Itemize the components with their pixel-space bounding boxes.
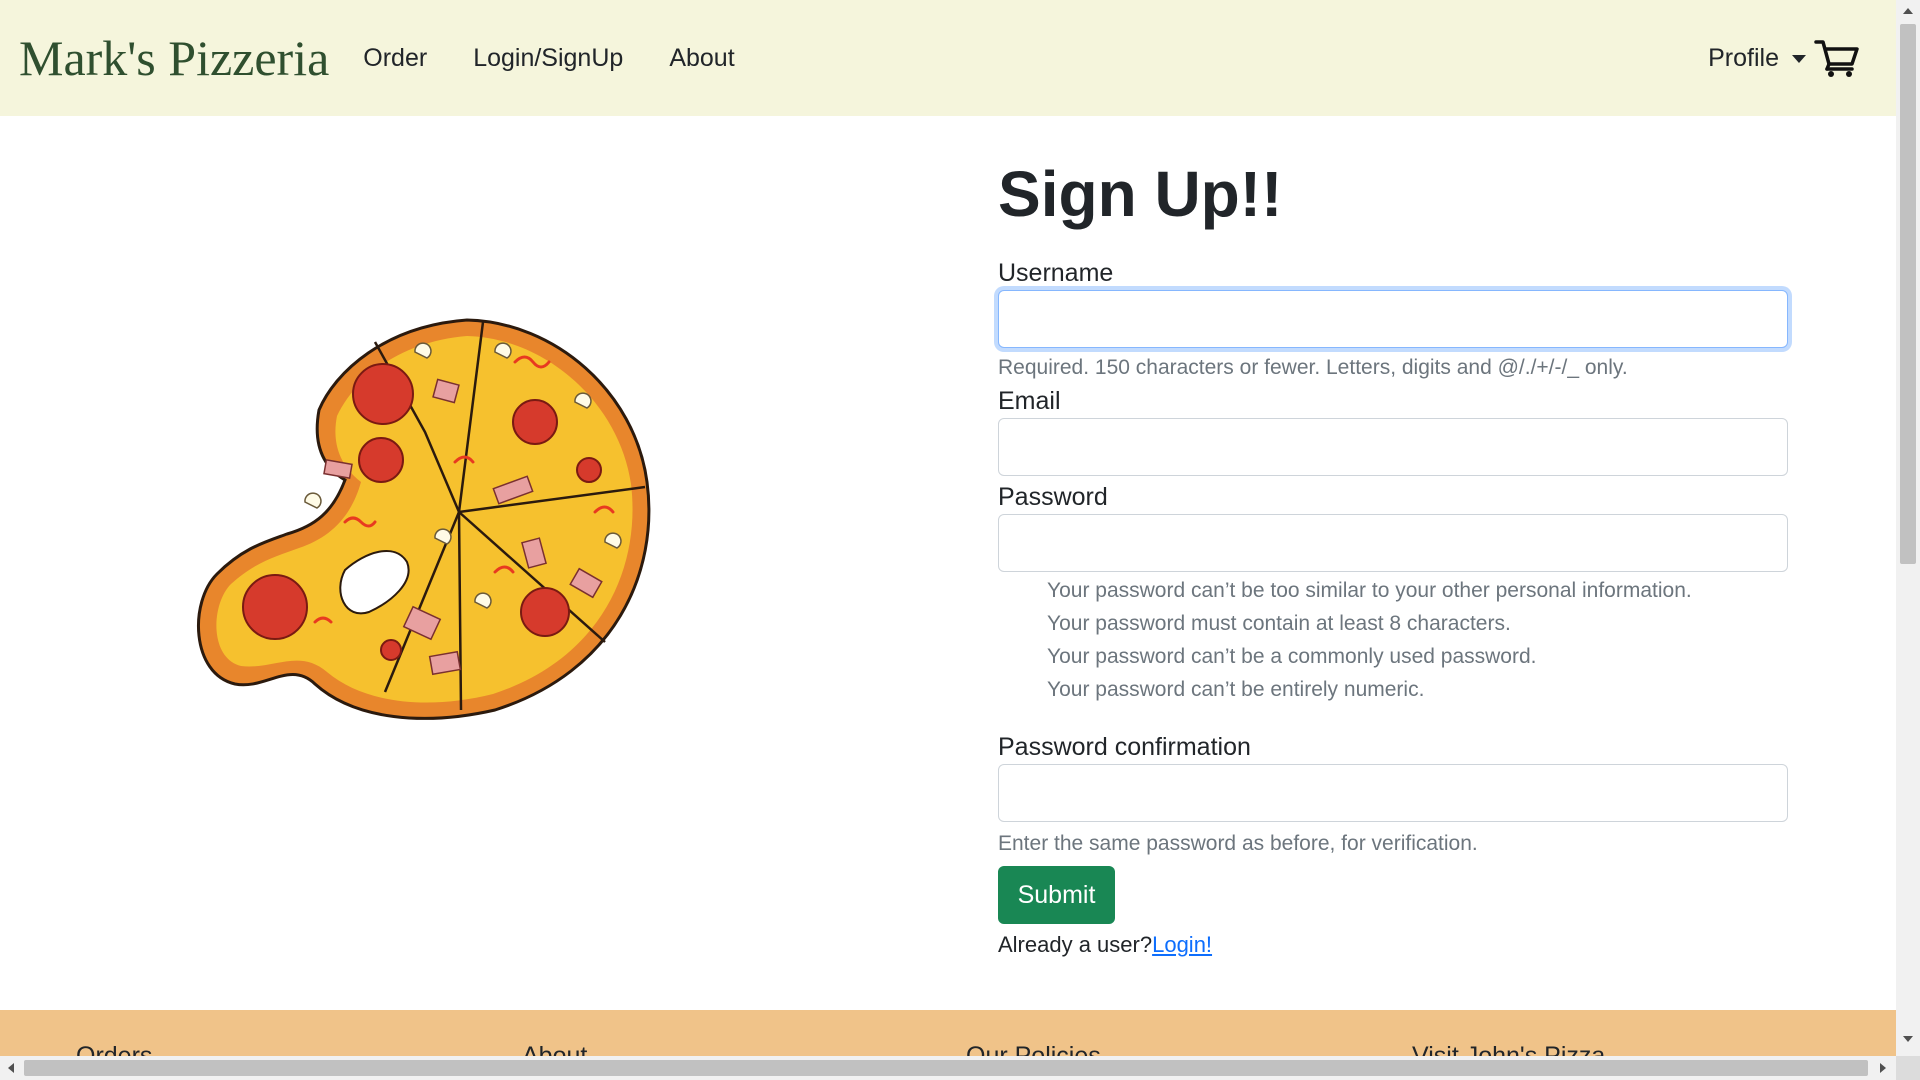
brand-logo[interactable]: Mark's Pizzeria <box>19 29 329 87</box>
scroll-left-arrow-icon[interactable] <box>8 1063 14 1073</box>
password-help-item: Your password must contain at least 8 ch… <box>1047 612 1511 635</box>
nav-link-about[interactable]: About <box>669 44 734 73</box>
username-help-text: Required. 150 characters or fewer. Lette… <box>998 356 1628 379</box>
password-help-item: Your password can’t be entirely numeric. <box>1047 678 1425 701</box>
page-title: Sign Up!! <box>998 158 1283 230</box>
vertical-scroll-thumb[interactable] <box>1900 24 1916 564</box>
already-user-label: Already a user? <box>998 932 1153 957</box>
password-help-item: Your password can’t be a commonly used p… <box>1047 645 1537 668</box>
nav-right: Profile <box>1708 38 1860 78</box>
scrollbar-corner <box>1896 1056 1920 1080</box>
nav-link-login-signup[interactable]: Login/SignUp <box>473 44 623 73</box>
nav-link-order[interactable]: Order <box>363 44 427 73</box>
password-confirmation-help-text: Enter the same password as before, for v… <box>998 832 1478 855</box>
submit-button[interactable]: Submit <box>998 866 1115 924</box>
nav-links: Order Login/SignUp About <box>363 44 780 73</box>
already-user-text: Already a user?Login! <box>998 932 1788 958</box>
email-label: Email <box>998 387 1061 415</box>
profile-dropdown[interactable]: Profile <box>1708 44 1806 73</box>
signup-form: Sign Up!! Username Required. 150 charact… <box>998 150 1788 958</box>
caret-down-icon <box>1792 55 1806 63</box>
scroll-down-arrow-icon[interactable] <box>1903 1036 1913 1042</box>
password-input[interactable] <box>998 514 1788 572</box>
password-help-list: Your password can’t be too similar to yo… <box>998 574 1788 706</box>
password-help-item: Your password can’t be too similar to yo… <box>1047 579 1692 602</box>
horizontal-scrollbar[interactable] <box>0 1056 1896 1080</box>
password-confirmation-label: Password confirmation <box>998 733 1251 761</box>
profile-label: Profile <box>1708 43 1779 72</box>
shopping-cart-icon[interactable] <box>1814 38 1860 78</box>
scroll-up-arrow-icon[interactable] <box>1903 8 1913 14</box>
password-label: Password <box>998 483 1108 511</box>
scroll-right-arrow-icon[interactable] <box>1880 1063 1886 1073</box>
username-label: Username <box>998 259 1114 287</box>
email-input[interactable] <box>998 418 1788 476</box>
navbar: Mark's Pizzeria Order Login/SignUp About… <box>0 0 1896 116</box>
login-link[interactable]: Login! <box>1152 932 1212 957</box>
vertical-scrollbar[interactable] <box>1896 0 1920 1056</box>
horizontal-scroll-thumb[interactable] <box>24 1060 1868 1076</box>
pizza-illustration <box>197 318 651 720</box>
username-input[interactable] <box>998 290 1788 348</box>
password-confirmation-input[interactable] <box>998 764 1788 822</box>
